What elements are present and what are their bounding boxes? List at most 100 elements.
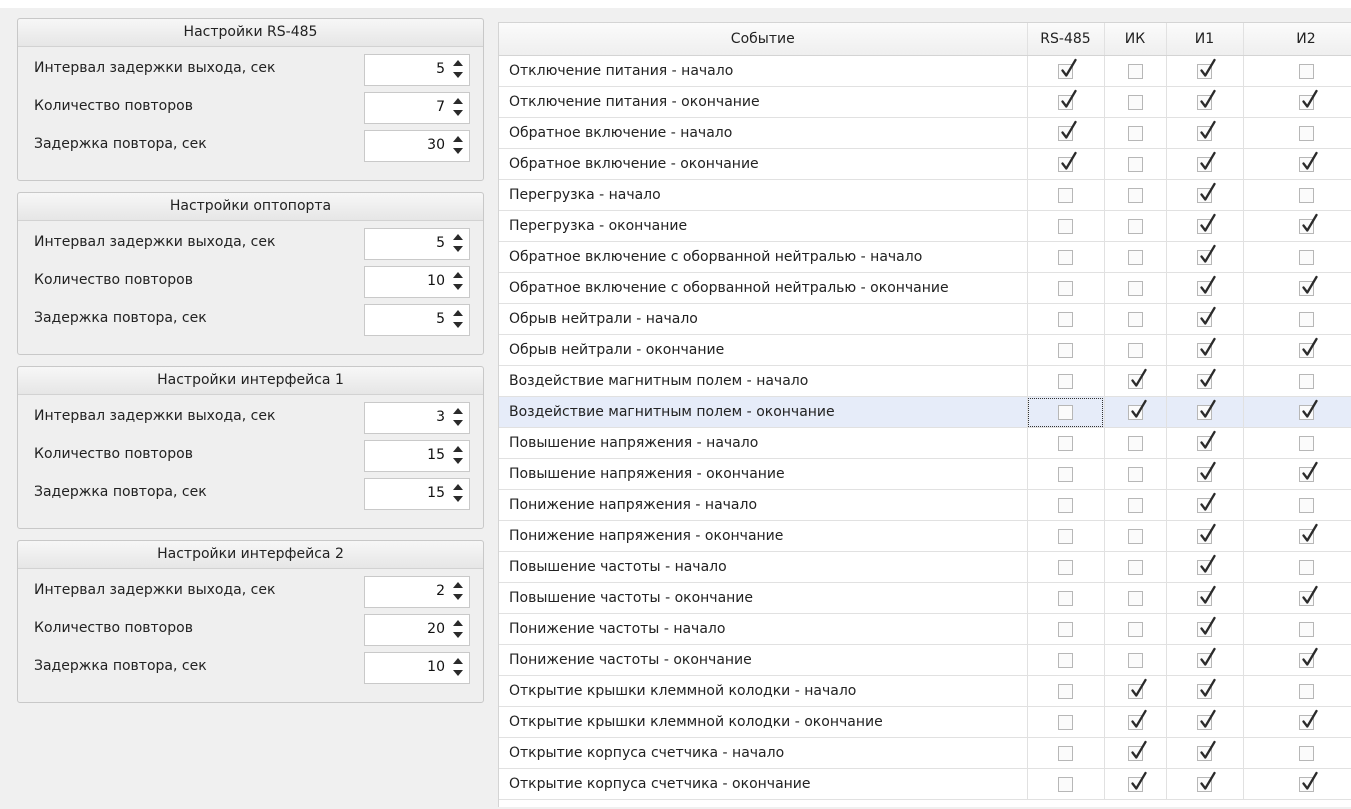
table-row[interactable]: Повышение частоты - окончание — [499, 582, 1351, 614]
checkbox-rs485[interactable] — [1058, 58, 1077, 79]
checkbox-rs485[interactable] — [1058, 218, 1073, 234]
checkbox-i2[interactable] — [1298, 399, 1318, 420]
spinner-value[interactable]: 20 — [427, 621, 445, 637]
table-row[interactable]: Понижение напряжения - начало — [499, 489, 1351, 521]
checkbox-ik[interactable] — [1127, 156, 1143, 172]
checkbox-ik[interactable] — [1127, 399, 1147, 420]
checkbox-rs485[interactable] — [1058, 559, 1073, 575]
table-row[interactable]: Повышение частоты - начало — [499, 551, 1351, 583]
checkbox-rs485[interactable] — [1058, 120, 1077, 141]
checkbox-rs485[interactable] — [1058, 151, 1077, 172]
checkbox-rs485[interactable] — [1058, 652, 1073, 668]
spinner-value[interactable]: 15 — [427, 447, 445, 463]
spinner-value[interactable]: 3 — [436, 409, 445, 425]
retry-count-spinner[interactable]: 7 — [364, 92, 470, 124]
spin-down-icon[interactable] — [453, 594, 463, 600]
checkbox-i1[interactable] — [1197, 585, 1216, 606]
checkbox-i2[interactable] — [1298, 311, 1314, 327]
spin-up-icon[interactable] — [453, 60, 463, 66]
checkbox-rs485[interactable] — [1058, 249, 1073, 265]
checkbox-rs485[interactable] — [1058, 311, 1073, 327]
column-header-rs485[interactable]: RS-485 — [1027, 23, 1105, 56]
checkbox-i1[interactable] — [1197, 306, 1216, 327]
checkbox-rs485[interactable] — [1058, 404, 1073, 420]
spin-down-icon[interactable] — [453, 148, 463, 154]
checkbox-ik[interactable] — [1127, 497, 1143, 513]
retry-count-spinner[interactable]: 15 — [364, 440, 470, 472]
checkbox-i2[interactable] — [1298, 771, 1318, 792]
checkbox-ik[interactable] — [1127, 528, 1143, 544]
spin-down-icon[interactable] — [453, 670, 463, 676]
column-header-ik[interactable]: ИК — [1104, 23, 1167, 56]
spin-up-icon[interactable] — [453, 272, 463, 278]
checkbox-ik[interactable] — [1127, 590, 1143, 606]
checkbox-rs485[interactable] — [1058, 714, 1073, 730]
checkbox-rs485[interactable] — [1058, 621, 1073, 637]
spin-up-icon[interactable] — [453, 620, 463, 626]
retry-delay-spinner[interactable]: 15 — [364, 478, 470, 510]
checkbox-ik[interactable] — [1127, 94, 1143, 110]
checkbox-ik[interactable] — [1127, 740, 1147, 761]
checkbox-i2[interactable] — [1298, 559, 1314, 575]
spin-up-icon[interactable] — [453, 234, 463, 240]
checkbox-i1[interactable] — [1197, 616, 1216, 637]
checkbox-i1[interactable] — [1197, 337, 1216, 358]
checkbox-ik[interactable] — [1127, 652, 1143, 668]
checkbox-i2[interactable] — [1298, 683, 1314, 699]
checkbox-i1[interactable] — [1197, 275, 1216, 296]
spinner-value[interactable]: 5 — [436, 61, 445, 77]
table-row[interactable]: Перегрузка - начало — [499, 179, 1351, 211]
checkbox-rs485[interactable] — [1058, 497, 1073, 513]
checkbox-i2[interactable] — [1298, 275, 1318, 296]
column-header-i2[interactable]: И2 — [1243, 23, 1351, 56]
checkbox-i2[interactable] — [1298, 435, 1314, 451]
checkbox-i2[interactable] — [1298, 621, 1314, 637]
spin-up-icon[interactable] — [453, 408, 463, 414]
table-row[interactable]: Обратное включение - начало — [499, 117, 1351, 149]
checkbox-i2[interactable] — [1298, 461, 1318, 482]
spin-up-icon[interactable] — [453, 98, 463, 104]
checkbox-i1[interactable] — [1197, 554, 1216, 575]
checkbox-i2[interactable] — [1298, 523, 1318, 544]
table-row[interactable]: Отключение питания - окончание — [499, 86, 1351, 118]
checkbox-i1[interactable] — [1197, 399, 1216, 420]
table-row[interactable]: Обратное включение с оборванной нейтраль… — [499, 241, 1351, 273]
checkbox-i2[interactable] — [1298, 709, 1318, 730]
checkbox-i1[interactable] — [1197, 523, 1216, 544]
column-header-event[interactable]: Событие — [499, 23, 1028, 56]
spin-up-icon[interactable] — [453, 136, 463, 142]
checkbox-i1[interactable] — [1197, 709, 1216, 730]
table-row[interactable]: Обратное включение с оборванной нейтраль… — [499, 272, 1351, 304]
spinner-value[interactable]: 10 — [427, 273, 445, 289]
checkbox-i1[interactable] — [1197, 368, 1216, 389]
table-row[interactable]: Открытие корпуса счетчика - окончание — [499, 768, 1351, 800]
checkbox-i1[interactable] — [1197, 678, 1216, 699]
checkbox-ik[interactable] — [1127, 435, 1143, 451]
checkbox-ik[interactable] — [1127, 342, 1143, 358]
table-row[interactable]: Понижение напряжения - окончание — [499, 520, 1351, 552]
table-row[interactable]: Понижение частоты - окончание — [499, 644, 1351, 676]
spin-up-icon[interactable] — [453, 446, 463, 452]
output-delay-interval-spinner[interactable]: 5 — [364, 54, 470, 86]
retry-count-spinner[interactable]: 10 — [364, 266, 470, 298]
checkbox-rs485[interactable] — [1058, 745, 1073, 761]
checkbox-rs485[interactable] — [1058, 373, 1073, 389]
checkbox-i1[interactable] — [1197, 461, 1216, 482]
table-row[interactable]: Воздействие магнитным полем - начало — [499, 365, 1351, 397]
checkbox-rs485[interactable] — [1058, 683, 1073, 699]
checkbox-rs485[interactable] — [1058, 435, 1073, 451]
spin-up-icon[interactable] — [453, 658, 463, 664]
checkbox-ik[interactable] — [1127, 559, 1143, 575]
checkbox-rs485[interactable] — [1058, 466, 1073, 482]
spinner-value[interactable]: 5 — [436, 311, 445, 327]
checkbox-ik[interactable] — [1127, 311, 1143, 327]
table-row[interactable]: Воздействие магнитным полем - окончание — [499, 396, 1351, 428]
checkbox-i1[interactable] — [1197, 58, 1216, 79]
spin-down-icon[interactable] — [453, 284, 463, 290]
checkbox-i2[interactable] — [1298, 125, 1314, 141]
checkbox-rs485[interactable] — [1058, 89, 1077, 110]
checkbox-i1[interactable] — [1197, 151, 1216, 172]
spinner-value[interactable]: 5 — [436, 235, 445, 251]
spin-up-icon[interactable] — [453, 582, 463, 588]
retry-delay-spinner[interactable]: 5 — [364, 304, 470, 336]
